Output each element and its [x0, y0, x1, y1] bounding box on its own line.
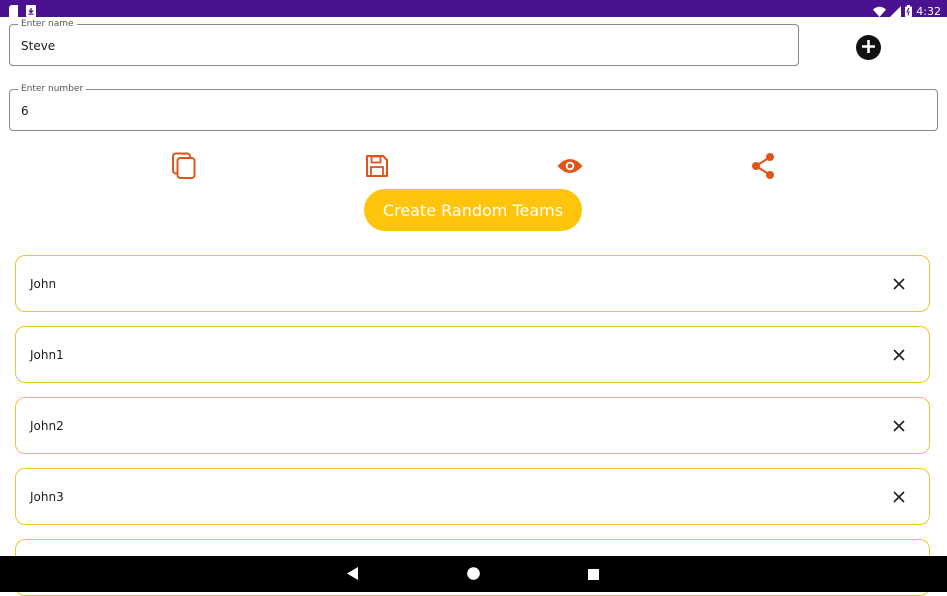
back-icon — [347, 565, 359, 584]
save-icon — [365, 154, 389, 178]
name-field-label: Enter name — [18, 18, 77, 30]
copy-button[interactable] — [170, 152, 198, 180]
add-name-button[interactable] — [856, 35, 881, 60]
number-field-label: Enter number — [18, 83, 87, 95]
close-icon — [893, 488, 905, 507]
name-field[interactable]: Enter name Steve — [9, 18, 799, 66]
remove-button[interactable] — [887, 343, 911, 367]
list-item-label: John — [30, 277, 57, 291]
eye-icon — [557, 158, 583, 174]
remove-button[interactable] — [887, 414, 911, 438]
signal-icon — [890, 2, 902, 21]
copy-icon — [171, 152, 197, 180]
create-random-teams-button[interactable]: Create Random Teams — [364, 189, 582, 231]
wifi-icon — [873, 2, 887, 21]
share-icon — [750, 152, 776, 180]
navigation-bar — [0, 556, 947, 592]
back-button[interactable] — [344, 565, 362, 583]
list-item: John2 — [15, 397, 930, 454]
list-item-label: John1 — [30, 348, 64, 362]
view-button[interactable] — [556, 152, 584, 180]
share-button[interactable] — [749, 152, 777, 180]
list-item-label: John2 — [30, 419, 64, 433]
list-item: John1 — [15, 326, 930, 383]
close-icon — [893, 346, 905, 365]
list-item-label: John3 — [30, 490, 64, 504]
home-button[interactable] — [464, 565, 482, 583]
number-field[interactable]: Enter number 6 — [9, 83, 938, 131]
remove-button[interactable] — [887, 485, 911, 509]
number-field-value: 6 — [21, 104, 29, 118]
close-icon — [893, 417, 905, 436]
battery-icon — [905, 2, 913, 21]
name-field-value: Steve — [21, 39, 56, 53]
recents-button[interactable] — [584, 565, 602, 583]
sd-card-icon — [9, 2, 18, 21]
plus-circle-icon — [862, 38, 875, 57]
home-icon — [466, 565, 480, 584]
clock: 4:32 — [916, 5, 941, 18]
save-button[interactable] — [363, 152, 391, 180]
list-item: John — [15, 255, 930, 312]
status-bar: 4:32 — [0, 0, 947, 18]
create-random-teams-label: Create Random Teams — [382, 200, 564, 220]
remove-button[interactable] — [887, 272, 911, 296]
list-item: John3 — [15, 468, 930, 525]
recents-icon — [587, 565, 599, 584]
close-icon — [893, 275, 905, 294]
